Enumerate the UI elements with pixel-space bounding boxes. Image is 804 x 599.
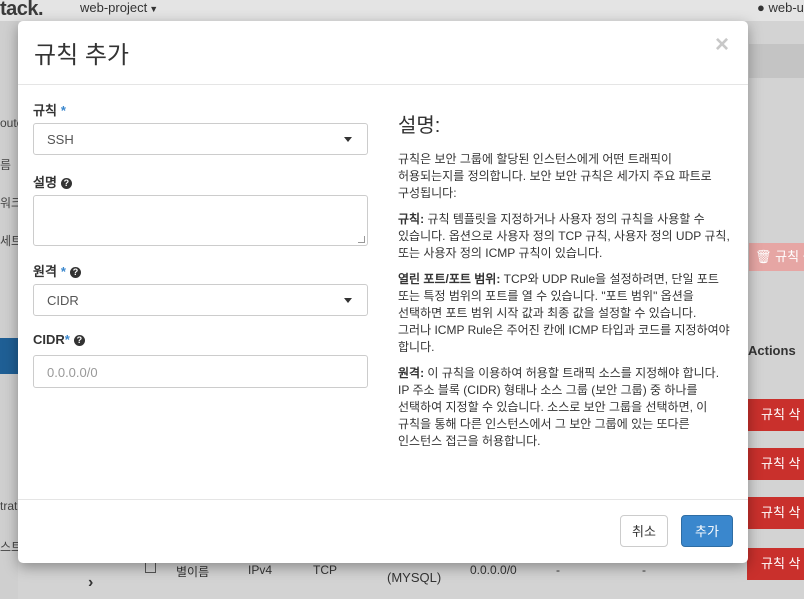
delete-rule-button[interactable]: 규칙 삭	[747, 399, 804, 431]
top-navbar: tack. web-project ▼ ● web-u	[0, 0, 804, 21]
modal-title: 규칙 추가	[34, 42, 129, 69]
row-cell-remote: 0.0.0.0/0	[470, 563, 517, 577]
description-intro: 규칙은 보안 그룹에 할당된 인스턴스에게 어떤 트래픽이 허용되는지를 정의합…	[398, 152, 712, 200]
user-name: web-u	[768, 0, 804, 15]
content-header-strip	[749, 44, 804, 78]
sidebar-item[interactable]: trat	[0, 499, 17, 513]
rule-select[interactable]: SSH	[33, 123, 368, 155]
modal-header: 규칙 추가 ×	[18, 21, 748, 85]
modal-footer: 취소 추가	[18, 499, 748, 563]
sidebar-item[interactable]: 름	[0, 156, 11, 173]
brand-logo: tack.	[0, 0, 44, 20]
description-label: 설명?	[33, 172, 72, 191]
help-icon[interactable]: ?	[69, 267, 81, 278]
delete-rule-button[interactable]: 규칙 삭	[747, 548, 804, 580]
row-cell-port: (MYSQL)	[387, 570, 442, 585]
remote-select[interactable]: CIDR	[33, 284, 368, 316]
rule-text: 규칙 템플릿을 지정하거나 사용자 정의 규칙을 사용할 수 있습니다. 옵션으…	[398, 212, 730, 260]
rule-term: 규칙:	[398, 212, 425, 226]
port-term: 열린 포트/포트 범위:	[398, 272, 501, 286]
remote-label-text: 원격	[33, 264, 57, 279]
cidr-input-placeholder: 0.0.0.0/0	[47, 365, 98, 380]
delete-rule-button[interactable]: 규칙 삭	[747, 448, 804, 480]
user-menu[interactable]: ● web-u	[757, 0, 804, 15]
resize-handle-icon[interactable]	[358, 236, 365, 243]
required-mark: *	[60, 103, 66, 118]
rule-select-value: SSH	[47, 132, 74, 147]
description-port: 열린 포트/포트 범위: TCP와 UDP Rule을 설정하려면, 단일 포트…	[398, 271, 731, 356]
cancel-button[interactable]: 취소	[620, 515, 668, 547]
project-name: web-project	[80, 0, 148, 15]
rule-label: 규칙 *	[33, 100, 66, 119]
add-rule-modal: 규칙 추가 × 규칙 * SSH 설명? 원격 *? CIDR CIDR*? 0.0…	[18, 21, 748, 563]
trash-icon: 🗑	[755, 249, 772, 264]
cidr-label: CIDR*?	[33, 332, 85, 347]
delete-rules-button[interactable]: 🗑 규칙 삭	[749, 243, 804, 271]
description-panel: 설명: 규칙은 보안 그룹에 할당된 인스턴스에게 어떤 트래픽이 허용되는지를…	[398, 113, 731, 459]
remote-select-value: CIDR	[47, 293, 79, 308]
description-rule: 규칙: 규칙 템플릿을 지정하거나 사용자 정의 규칙을 사용할 수 있습니다.…	[398, 211, 731, 262]
description-title: 설명:	[398, 115, 441, 137]
caret-down-icon	[344, 137, 352, 142]
project-selector[interactable]: web-project ▼	[80, 0, 158, 15]
close-icon[interactable]: ×	[715, 31, 729, 59]
required-mark: *	[60, 264, 66, 279]
remote-text: 이 규칙을 이용하여 허용할 트래픽 소스를 지정해야 합니다. IP 주소 블…	[398, 366, 720, 448]
delete-rule-button[interactable]: 규칙 삭	[747, 497, 804, 529]
description-label-text: 설명	[33, 175, 57, 190]
actions-column-header: Actions	[748, 343, 796, 358]
required-mark: *	[64, 332, 70, 347]
remote-term: 원격:	[398, 366, 425, 380]
caret-down-icon: ▼	[149, 4, 159, 14]
rule-label-text: 규칙	[33, 103, 57, 118]
row-cell-ethertype: IPv4	[248, 563, 273, 577]
description-textarea[interactable]	[33, 195, 368, 246]
delete-rules-label: 규칙 삭	[775, 249, 804, 264]
help-icon[interactable]: ?	[73, 335, 85, 346]
cidr-input[interactable]: 0.0.0.0/0	[33, 355, 368, 388]
row-cell-dash: -	[642, 563, 646, 577]
chevron-right-icon[interactable]: ›	[88, 574, 93, 592]
caret-down-icon	[344, 298, 352, 303]
add-button[interactable]: 추가	[681, 515, 733, 547]
row-checkbox[interactable]	[145, 562, 156, 573]
row-cell-protocol: TCP	[313, 563, 337, 577]
cidr-label-text: CIDR	[33, 332, 65, 347]
remote-label: 원격 *?	[33, 261, 81, 280]
user-icon: ●	[757, 0, 765, 15]
row-cell-name: 별이름	[176, 565, 210, 579]
description-remote: 원격: 이 규칙을 이용하여 허용할 트래픽 소스를 지정해야 합니다. IP …	[398, 365, 731, 450]
sidebar-item-active[interactable]	[0, 338, 18, 374]
row-cell-dash: -	[556, 563, 560, 577]
help-icon[interactable]: ?	[60, 178, 72, 189]
